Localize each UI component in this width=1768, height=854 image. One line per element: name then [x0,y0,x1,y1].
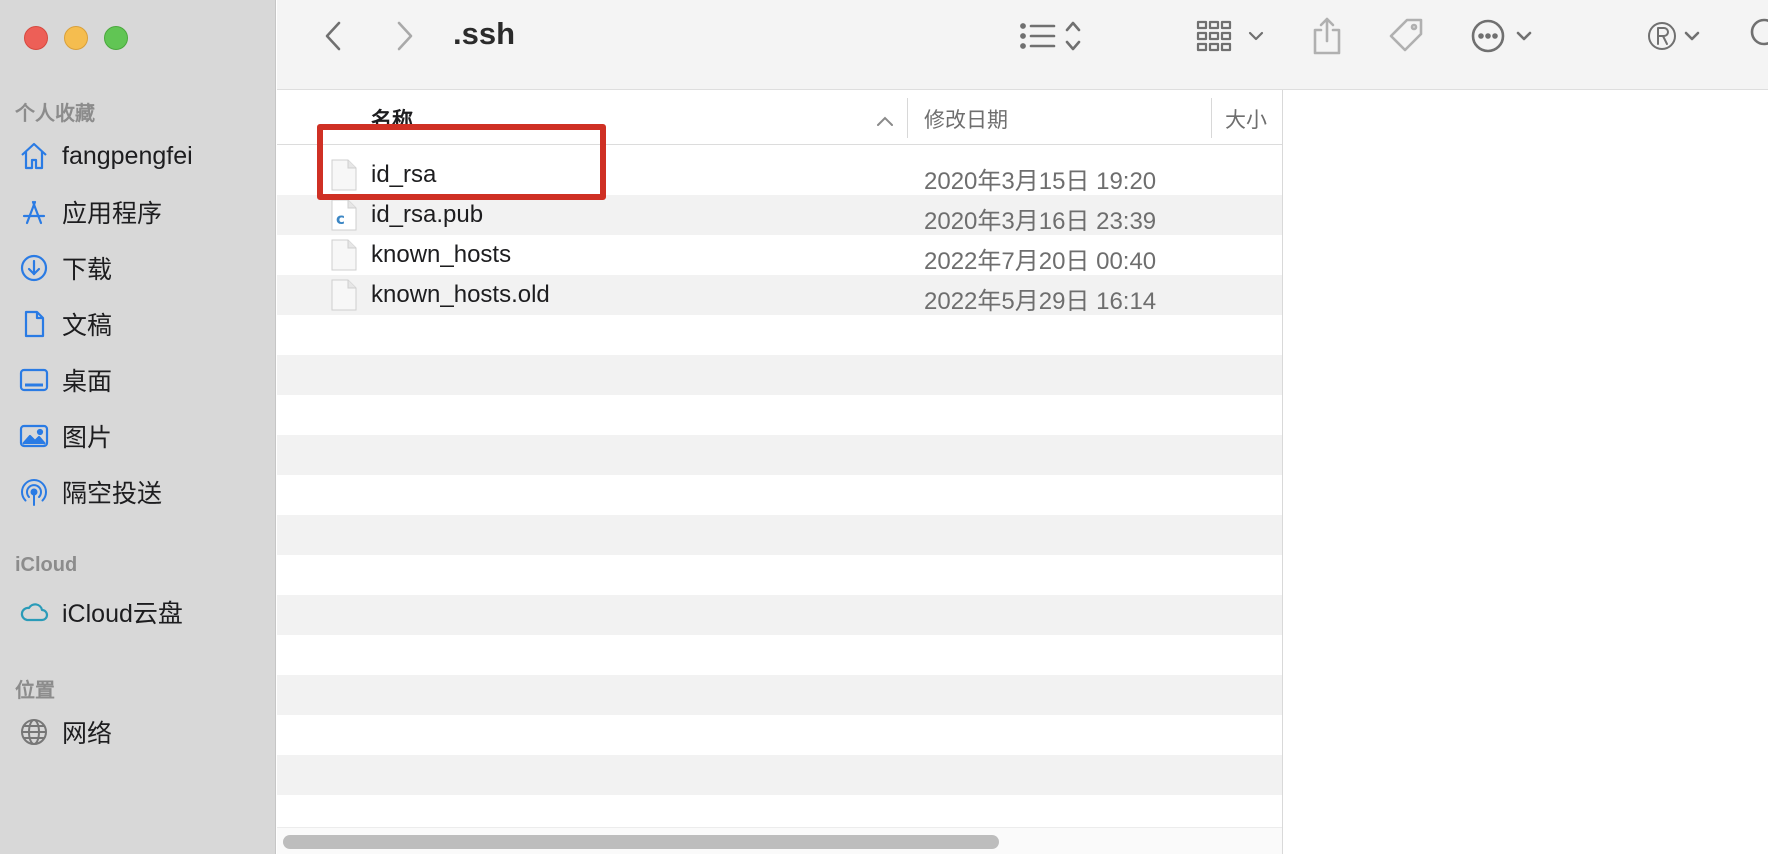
forward-icon [394,19,416,58]
sidebar-item-label: 应用程序 [62,200,163,228]
group-icon [1196,18,1268,59]
sidebar-item-home[interactable]: fangpengfei [18,136,193,176]
icloud-section-title: iCloud [15,554,78,576]
document-icon [331,239,357,271]
window-controls [24,26,128,50]
sidebar-item-network[interactable]: 网络 [18,712,112,752]
home-icon [18,140,50,172]
sidebar-item-pictures[interactable]: 图片 [18,416,112,456]
sidebar-item-label: iCloud云盘 [62,600,183,628]
file-name: known_hosts.old [371,281,550,308]
document-icon [331,279,357,311]
sidebar: 个人收藏 fangpengfei 应用程序 下载 文稿 桌面 图片 隔空投送 i… [0,0,276,854]
c-file-icon: c [331,199,357,231]
back-button[interactable] [318,18,348,58]
column-divider[interactable] [907,98,908,138]
file-date: 2022年5月29日 16:14 [924,288,1157,315]
view-options-button[interactable] [1018,18,1090,58]
cloud-icon [18,596,50,628]
more-icon [1470,18,1542,59]
sidebar-item-airdrop[interactable]: 隔空投送 [18,472,162,512]
share-button[interactable] [1310,16,1344,61]
file-row[interactable]: known_hosts 2022年7月20日 00:40 [277,235,1282,275]
empty-row [277,715,1282,755]
registered-icon [1644,18,1708,59]
locations-section-title: 位置 [15,680,55,702]
empty-row [277,515,1282,555]
sidebar-item-applications[interactable]: 应用程序 [18,192,162,232]
airdrop-icon [18,476,50,508]
sort-ascending-icon [875,114,895,132]
empty-row [277,435,1282,475]
empty-row [277,555,1282,595]
extension-button[interactable] [1644,18,1708,58]
file-name: id_rsa.pub [371,201,484,228]
zoom-button[interactable] [104,26,128,50]
file-date: 2020年3月16日 23:39 [924,208,1157,235]
sidebar-item-icloud-drive[interactable]: iCloud云盘 [18,592,183,632]
file-list: 名称 修改日期 大小 id_rsa 2020年3月15日 19:20 c id_… [277,90,1283,854]
file-row[interactable]: known_hosts.old 2022年5月29日 16:14 [277,275,1282,315]
group-button[interactable] [1196,18,1268,58]
empty-row [277,755,1282,795]
favorites-section-title: 个人收藏 [15,103,95,125]
forward-button[interactable] [390,18,420,58]
file-date: 2020年3月15日 19:20 [924,168,1157,195]
sidebar-item-label: fangpengfei [62,141,193,170]
sidebar-item-desktop[interactable]: 桌面 [18,360,112,400]
column-header-size[interactable]: 大小 [1225,104,1267,134]
photo-icon [18,420,50,452]
file-name: known_hosts [371,241,512,268]
sidebar-item-label: 桌面 [62,368,113,396]
tag-icon [1386,16,1426,61]
sidebar-item-label: 隔空投送 [62,480,163,508]
column-divider[interactable] [1211,98,1212,138]
empty-row [277,315,1282,355]
sidebar-item-label: 图片 [62,424,113,452]
horizontal-scrollbar[interactable] [283,835,999,849]
applications-icon [18,196,50,228]
sidebar-item-downloads[interactable]: 下载 [18,248,112,288]
download-icon [18,252,50,284]
empty-row [277,395,1282,435]
preview-pane [1284,90,1768,854]
search-button[interactable] [1748,18,1768,58]
sidebar-item-label: 下载 [62,256,113,284]
file-date: 2022年7月20日 00:40 [924,248,1157,275]
empty-row [277,635,1282,675]
sidebar-item-label: 网络 [62,720,113,748]
globe-icon [18,716,50,748]
close-button[interactable] [24,26,48,50]
document-icon [18,308,50,340]
empty-row [277,355,1282,395]
empty-row [277,675,1282,715]
sidebar-item-label: 文稿 [62,312,113,340]
svg-text:c: c [336,210,345,228]
back-icon [322,19,344,58]
tag-button[interactable] [1386,18,1426,58]
empty-row [277,595,1282,635]
search-icon [1748,18,1768,58]
list-view-icon [1018,18,1090,59]
empty-row [277,475,1282,515]
share-icon [1310,16,1344,61]
file-row[interactable]: c id_rsa.pub 2020年3月16日 23:39 [277,195,1282,235]
column-header-date[interactable]: 修改日期 [924,104,1008,134]
desktop-icon [18,364,50,396]
window-title: .ssh [453,16,516,51]
minimize-button[interactable] [64,26,88,50]
sidebar-item-documents[interactable]: 文稿 [18,304,112,344]
highlight-box [317,124,606,200]
more-actions-button[interactable] [1470,18,1542,58]
